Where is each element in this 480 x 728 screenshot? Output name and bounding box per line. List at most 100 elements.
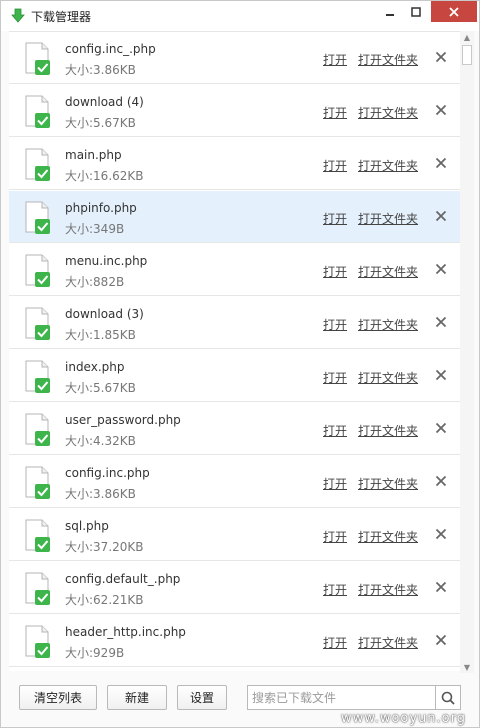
open-file-link[interactable]: 打开 [323, 634, 347, 651]
open-folder-link[interactable]: 打开文件夹 [358, 634, 418, 651]
file-size: 大小:62.21KB [65, 593, 144, 607]
scroll-down-arrow-icon[interactable]: ▼ [460, 661, 474, 673]
open-file-link[interactable]: 打开 [323, 263, 347, 280]
scroll-up-arrow-icon[interactable]: ▲ [460, 31, 474, 43]
new-button[interactable]: 新建 [107, 685, 167, 710]
search-input[interactable] [252, 688, 432, 707]
maximize-button[interactable] [403, 1, 429, 22]
delete-icon[interactable] [435, 263, 447, 275]
scroll-thumb[interactable] [462, 45, 472, 65]
open-file-link[interactable]: 打开 [323, 104, 347, 121]
open-folder-link[interactable]: 打开文件夹 [358, 475, 418, 492]
open-file-link[interactable]: 打开 [323, 157, 347, 174]
clear-list-button[interactable]: 清空列表 [19, 685, 97, 710]
file-name: download (3) [65, 307, 144, 321]
delete-icon[interactable] [435, 475, 447, 487]
file-name: user_password.php [65, 413, 181, 427]
download-list: config.inc_.php 大小:3.86KB 打开 打开文件夹 downl… [9, 31, 460, 671]
file-completed-icon [25, 519, 50, 552]
open-file-link[interactable]: 打开 [323, 528, 347, 545]
file-completed-icon [25, 572, 50, 605]
download-row[interactable]: download (3) 大小:1.85KB 打开 打开文件夹 [9, 297, 460, 349]
open-folder-link[interactable]: 打开文件夹 [358, 422, 418, 439]
file-completed-icon [25, 413, 50, 446]
file-name: phpinfo.php [65, 201, 137, 215]
open-file-link[interactable]: 打开 [323, 210, 347, 227]
file-completed-icon [25, 307, 50, 340]
file-size: 大小:5.67KB [65, 381, 136, 395]
file-size: 大小:3.86KB [65, 487, 136, 501]
open-folder-link[interactable]: 打开文件夹 [358, 157, 418, 174]
open-file-link[interactable]: 打开 [323, 316, 347, 333]
file-size: 大小:929B [65, 646, 125, 660]
open-folder-link[interactable]: 打开文件夹 [358, 369, 418, 386]
open-folder-link[interactable]: 打开文件夹 [358, 528, 418, 545]
open-folder-link[interactable]: 打开文件夹 [358, 316, 418, 333]
open-folder-link[interactable]: 打开文件夹 [358, 210, 418, 227]
file-completed-icon [25, 95, 50, 128]
file-completed-icon [25, 466, 50, 499]
file-name: sql.php [65, 519, 109, 533]
file-name: index.php [65, 360, 125, 374]
watermark-text: www.wooyun.org [341, 711, 467, 726]
search-button[interactable] [435, 686, 460, 709]
download-row[interactable]: header_http.inc.php 大小:929B 打开 打开文件夹 [9, 615, 460, 667]
open-folder-link[interactable]: 打开文件夹 [358, 51, 418, 68]
delete-icon[interactable] [435, 422, 447, 434]
download-row[interactable]: menu.inc.php 大小:882B 打开 打开文件夹 [9, 244, 460, 296]
file-name: header_http.inc.php [65, 625, 186, 639]
open-file-link[interactable]: 打开 [323, 581, 347, 598]
delete-icon[interactable] [435, 581, 447, 593]
file-name: config.inc.php [65, 466, 150, 480]
open-folder-link[interactable]: 打开文件夹 [358, 263, 418, 280]
file-completed-icon [25, 360, 50, 393]
file-name: menu.inc.php [65, 254, 148, 268]
open-file-link[interactable]: 打开 [323, 475, 347, 492]
download-row[interactable]: sql.php 大小:37.20KB 打开 打开文件夹 [9, 509, 460, 561]
delete-icon[interactable] [435, 210, 447, 222]
download-manager-window: 下载管理器 config.inc_.php 大小:3.86KB 打开 打开文件夹 [0, 0, 480, 728]
download-row[interactable]: user_password.php 大小:4.32KB 打开 打开文件夹 [9, 403, 460, 455]
vertical-scrollbar[interactable]: ▲ ▼ [460, 31, 474, 673]
minimize-button[interactable] [376, 1, 403, 22]
minimize-icon [385, 13, 394, 16]
download-row[interactable]: config.inc.php 大小:3.86KB 打开 打开文件夹 [9, 456, 460, 508]
open-file-link[interactable]: 打开 [323, 422, 347, 439]
file-name: config.default_.php [65, 572, 181, 586]
file-name: config.inc_.php [65, 42, 156, 56]
file-size: 大小:349B [65, 222, 125, 236]
window-title: 下载管理器 [31, 10, 92, 24]
file-size: 大小:1.85KB [65, 328, 136, 342]
delete-icon[interactable] [435, 528, 447, 540]
open-folder-link[interactable]: 打开文件夹 [358, 581, 418, 598]
delete-icon[interactable] [435, 316, 447, 328]
file-size: 大小:37.20KB [65, 540, 144, 554]
download-row[interactable]: phpinfo.php 大小:349B 打开 打开文件夹 [9, 191, 460, 243]
open-folder-link[interactable]: 打开文件夹 [358, 104, 418, 121]
delete-icon[interactable] [435, 104, 447, 116]
delete-icon[interactable] [435, 634, 447, 646]
open-file-link[interactable]: 打开 [323, 369, 347, 386]
delete-icon[interactable] [435, 369, 447, 381]
file-completed-icon [25, 148, 50, 181]
file-size: 大小:3.86KB [65, 63, 136, 77]
close-icon [449, 6, 459, 17]
file-completed-icon [25, 201, 50, 234]
download-row[interactable]: download (4) 大小:5.67KB 打开 打开文件夹 [9, 85, 460, 137]
file-size: 大小:5.67KB [65, 116, 136, 130]
maximize-icon [411, 6, 421, 17]
download-row[interactable]: config.default_.php 大小:62.21KB 打开 打开文件夹 [9, 562, 460, 614]
download-row[interactable]: config.inc_.php 大小:3.86KB 打开 打开文件夹 [9, 32, 460, 84]
search-box [247, 685, 461, 710]
close-window-button[interactable] [431, 1, 477, 22]
open-file-link[interactable]: 打开 [323, 51, 347, 68]
file-name: download (4) [65, 95, 144, 109]
delete-icon[interactable] [435, 51, 447, 63]
file-completed-icon [25, 625, 50, 658]
download-row[interactable]: index.php 大小:5.67KB 打开 打开文件夹 [9, 350, 460, 402]
file-size: 大小:882B [65, 275, 125, 289]
delete-icon[interactable] [435, 157, 447, 169]
settings-button[interactable]: 设置 [177, 685, 227, 710]
download-row[interactable]: main.php 大小:16.62KB 打开 打开文件夹 [9, 138, 460, 190]
title-bar[interactable]: 下载管理器 [1, 1, 479, 31]
